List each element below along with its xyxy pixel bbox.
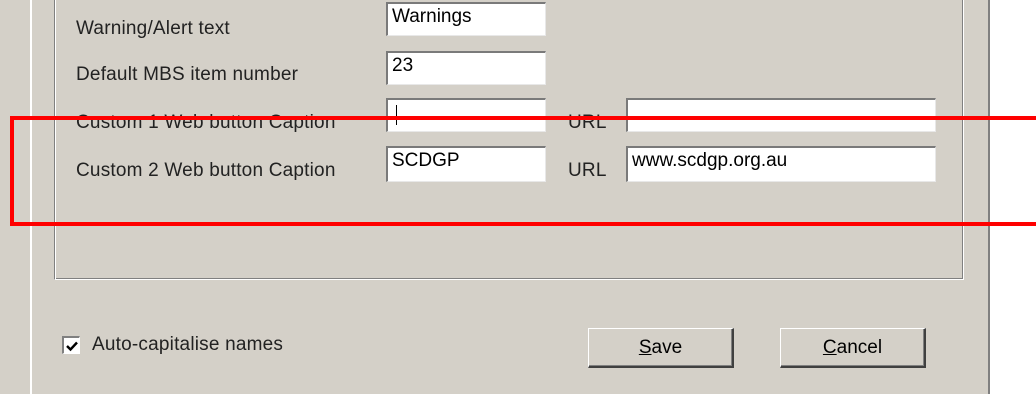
- mbs-item-input[interactable]: 23: [386, 51, 546, 85]
- custom1-caption-label: Custom 1 Web button Caption: [76, 112, 336, 133]
- custom2-caption-input[interactable]: SCDGP: [386, 146, 546, 182]
- custom1-url-input[interactable]: [626, 98, 936, 132]
- auto-capitalise-label[interactable]: Auto-capitalise names: [92, 334, 283, 356]
- dialog-left-edge: [30, 0, 32, 394]
- save-label-rest: ave: [651, 337, 683, 358]
- cancel-accelerator: C: [822, 337, 837, 358]
- warning-alert-input[interactable]: Warnings: [386, 2, 546, 36]
- custom2-url-label: URL: [568, 160, 607, 181]
- custom2-caption-label: Custom 2 Web button Caption: [76, 160, 336, 181]
- custom1-caption-input[interactable]: [386, 98, 546, 132]
- text-caret: [396, 105, 397, 125]
- auto-capitalise-checkbox[interactable]: [62, 336, 80, 354]
- checkmark-icon: [66, 341, 78, 352]
- cancel-label-rest: ancel: [836, 337, 883, 358]
- custom1-url-label: URL: [568, 112, 607, 133]
- save-accelerator: S: [638, 337, 652, 358]
- save-button[interactable]: Save: [588, 328, 734, 368]
- cancel-button[interactable]: Cancel: [780, 328, 926, 368]
- warning-alert-label: Warning/Alert text: [76, 18, 230, 39]
- mbs-item-label: Default MBS item number: [76, 64, 299, 85]
- dialog-right-edge: [988, 0, 990, 394]
- custom2-url-input[interactable]: www.scdgp.org.au: [626, 146, 936, 182]
- settings-groupbox: [54, 0, 964, 280]
